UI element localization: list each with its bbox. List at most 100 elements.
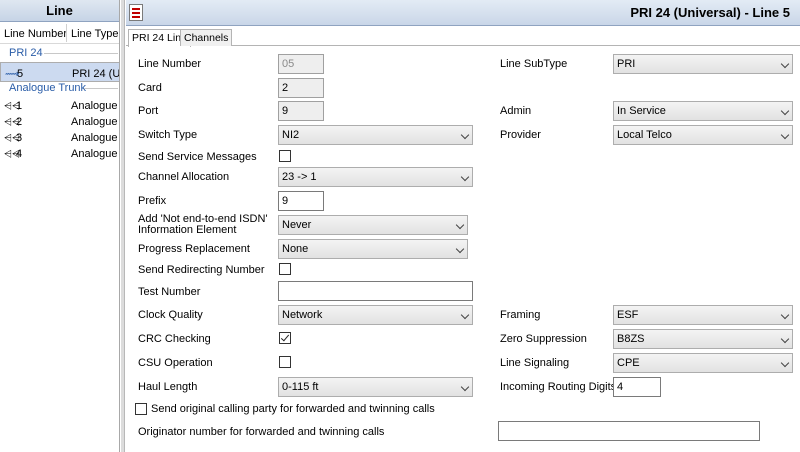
channel-allocation-label: Channel Allocation	[138, 171, 230, 183]
provider-select[interactable]: Local Telco	[613, 125, 793, 145]
line-list-panel: Line Line Number Line Type PRI 24 ⟿ 5 PR…	[0, 0, 120, 452]
framing-label: Framing	[500, 309, 541, 321]
group-header-pri24[interactable]: PRI 24	[9, 47, 43, 59]
crc-checking-label: CRC Checking	[138, 333, 211, 345]
zero-suppression-select[interactable]: B8ZS	[613, 329, 793, 349]
incoming-routing-digits-input[interactable]: 4	[613, 377, 661, 397]
framing-value: ESF	[617, 309, 639, 321]
prefix-label: Prefix	[138, 195, 167, 207]
checkmark-icon	[280, 332, 290, 342]
chevron-down-icon	[460, 382, 470, 392]
line-number: 5	[17, 68, 24, 80]
column-separator[interactable]	[66, 24, 67, 42]
clock-quality-select[interactable]: Network	[278, 305, 473, 325]
test-number-input[interactable]	[278, 281, 473, 301]
line-number: 1	[16, 100, 23, 112]
crc-checking-checkbox[interactable]	[279, 332, 291, 344]
line-row-1[interactable]: ⩤⩤ 1 Analogue Trunk	[0, 98, 119, 114]
originator-number-label: Originator number for forwarded and twin…	[138, 426, 385, 438]
incoming-routing-digits-label: Incoming Routing Digits	[500, 381, 617, 393]
group-divider	[84, 88, 118, 89]
line-row-4[interactable]: ⩤⩤ 4 Analogue Trunk	[0, 146, 119, 162]
prefix-input[interactable]: 9	[278, 191, 324, 211]
provider-value: Local Telco	[617, 129, 672, 141]
tab-bar: PRI 24 Line Channels	[126, 28, 800, 47]
line-number: 3	[16, 132, 23, 144]
provider-label: Provider	[500, 129, 541, 141]
line-row-3[interactable]: ⩤⩤ 3 Analogue Trunk	[0, 130, 119, 146]
send-service-messages-label: Send Service Messages	[138, 151, 257, 163]
line-subtype-label: Line SubType	[500, 58, 568, 70]
line-type: Analogue Trunk	[71, 148, 119, 160]
clock-quality-label: Clock Quality	[138, 309, 203, 321]
progress-replacement-select[interactable]: None	[278, 239, 468, 259]
port-field: 9	[278, 101, 324, 121]
column-header-line-number[interactable]: Line Number	[4, 28, 67, 40]
line-row-2[interactable]: ⩤⩤ 2 Analogue Trunk	[0, 114, 119, 130]
send-service-messages-checkbox[interactable]	[279, 150, 291, 162]
line-number: 4	[16, 148, 23, 160]
chevron-down-icon	[780, 310, 790, 320]
panel-splitter[interactable]	[121, 0, 125, 452]
line-number-field: 05	[278, 54, 324, 74]
line-details-panel: PRI 24 (Universal) - Line 5 PRI 24 Line …	[126, 0, 800, 452]
csu-operation-checkbox[interactable]	[279, 356, 291, 368]
switch-type-value: NI2	[282, 129, 300, 141]
line-subtype-value: PRI	[617, 58, 636, 70]
line-signaling-value: CPE	[617, 357, 640, 369]
column-header-line-type[interactable]: Line Type	[71, 28, 119, 40]
group-header-analogue-trunk[interactable]: Analogue Trunk	[9, 82, 86, 94]
tab-channels[interactable]: Channels	[180, 29, 233, 46]
add-not-end-to-end-label-line2: Information Element	[138, 224, 237, 236]
haul-length-value: 0-115 ft	[282, 381, 319, 393]
chevron-down-icon	[455, 220, 465, 230]
line-type: Analogue Trunk	[71, 116, 119, 128]
zero-suppression-value: B8ZS	[617, 333, 645, 345]
details-title: PRI 24 (Universal) - Line 5	[630, 5, 790, 20]
card-field: 2	[278, 78, 324, 98]
haul-length-label: Haul Length	[138, 381, 198, 393]
line-list-header: Line Number Line Type	[0, 22, 119, 44]
admin-select[interactable]: In Service	[613, 101, 793, 121]
chevron-down-icon	[780, 106, 790, 116]
haul-length-select[interactable]: 0-115 ft	[278, 377, 473, 397]
details-header: PRI 24 (Universal) - Line 5	[126, 0, 800, 26]
channel-allocation-value: 23 -> 1	[282, 171, 317, 183]
zero-suppression-label: Zero Suppression	[500, 333, 587, 345]
send-original-calling-party-label: Send original calling party for forwarde…	[151, 403, 435, 415]
line-signaling-select[interactable]: CPE	[613, 353, 793, 373]
line-number-label: Line Number	[138, 58, 201, 70]
add-not-end-to-end-select[interactable]: Never	[278, 215, 468, 235]
admin-value: In Service	[617, 105, 666, 117]
card-label: Card	[138, 82, 162, 94]
admin-label: Admin	[500, 105, 532, 117]
line-type: Analogue Trunk	[71, 100, 119, 112]
port-label: Port	[138, 105, 159, 117]
chevron-down-icon	[780, 358, 790, 368]
chevron-down-icon	[780, 59, 790, 69]
line-row-5[interactable]: ⟿ 5 PRI 24 (Universal)	[0, 62, 120, 82]
menu-list-icon[interactable]	[129, 4, 143, 21]
chevron-down-icon	[460, 172, 470, 182]
csu-operation-label: CSU Operation	[138, 357, 213, 369]
chevron-down-icon	[780, 334, 790, 344]
framing-select[interactable]: ESF	[613, 305, 793, 325]
chevron-down-icon	[460, 310, 470, 320]
progress-replacement-value: None	[282, 243, 309, 255]
channel-allocation-select[interactable]: 23 -> 1	[278, 167, 473, 187]
line-panel-title: Line	[0, 0, 119, 22]
line-number: 2	[16, 116, 23, 128]
line-signaling-label: Line Signaling	[500, 357, 570, 369]
test-number-label: Test Number	[138, 286, 201, 298]
send-redirecting-number-checkbox[interactable]	[279, 263, 291, 275]
line-subtype-select[interactable]: PRI	[613, 54, 793, 74]
originator-number-input[interactable]	[498, 421, 760, 441]
chevron-down-icon	[455, 244, 465, 254]
send-original-calling-party-checkbox[interactable]	[135, 403, 147, 415]
line-type: PRI 24 (Universal)	[72, 68, 120, 80]
clock-quality-value: Network	[282, 309, 323, 321]
switch-type-label: Switch Type	[138, 129, 198, 141]
switch-type-select[interactable]: NI2	[278, 125, 473, 145]
line-type: Analogue Trunk	[71, 132, 119, 144]
group-divider	[44, 53, 118, 54]
